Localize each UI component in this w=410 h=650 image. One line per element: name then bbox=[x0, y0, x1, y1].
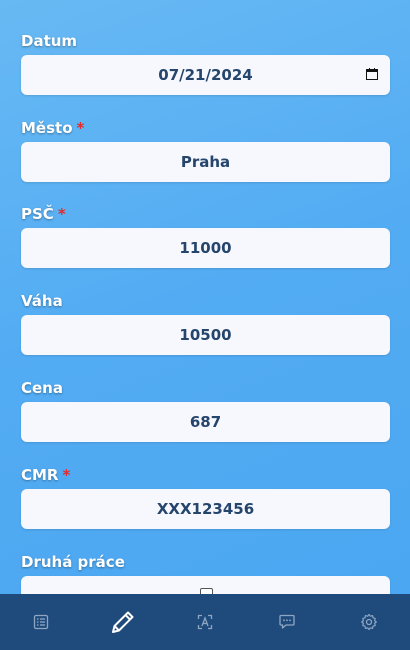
cmr-value: XXX123456 bbox=[156, 500, 255, 518]
price-label: Cena bbox=[21, 378, 63, 398]
nav-item-chat[interactable] bbox=[267, 602, 307, 642]
zip-label-text: PSČ bbox=[21, 205, 54, 223]
date-input[interactable]: 07/21/2024 bbox=[21, 55, 390, 95]
list-icon bbox=[33, 614, 49, 630]
nav-item-scan[interactable] bbox=[185, 602, 225, 642]
zip-label: PSČ * bbox=[21, 204, 66, 224]
date-value: 07/21/2024 bbox=[158, 66, 253, 84]
gear-icon bbox=[361, 613, 377, 631]
weight-label-text: Váha bbox=[21, 292, 63, 310]
chat-icon bbox=[279, 614, 295, 629]
nav-item-edit[interactable] bbox=[103, 602, 143, 642]
date-label-text: Datum bbox=[21, 32, 78, 50]
nav-item-settings[interactable] bbox=[349, 602, 389, 642]
price-value: 687 bbox=[189, 413, 222, 431]
cmr-label: CMR * bbox=[21, 465, 70, 485]
cmr-input[interactable]: XXX123456 bbox=[21, 489, 390, 529]
city-label-text: Město bbox=[21, 119, 73, 137]
zip-value: 11000 bbox=[179, 239, 232, 257]
bottom-nav bbox=[0, 594, 410, 650]
calendar-icon[interactable] bbox=[366, 68, 378, 80]
pencil-icon bbox=[112, 611, 134, 633]
required-mark: * bbox=[76, 119, 85, 137]
city-input[interactable]: Praha bbox=[21, 142, 390, 182]
second-job-label: Druhá práce bbox=[21, 552, 125, 572]
price-input[interactable]: 687 bbox=[21, 402, 390, 442]
city-label: Město * bbox=[21, 118, 84, 138]
zip-input[interactable]: 11000 bbox=[21, 228, 390, 268]
cmr-label-text: CMR bbox=[21, 466, 59, 484]
required-mark: * bbox=[57, 205, 66, 223]
weight-label: Váha bbox=[21, 291, 63, 311]
second-job-label-text: Druhá práce bbox=[21, 553, 125, 571]
nav-item-list[interactable] bbox=[21, 602, 61, 642]
scan-text-icon bbox=[197, 614, 213, 630]
price-label-text: Cena bbox=[21, 379, 63, 397]
city-value: Praha bbox=[180, 153, 231, 171]
weight-input[interactable]: 10500 bbox=[21, 315, 390, 355]
date-label: Datum bbox=[21, 31, 77, 51]
required-mark: * bbox=[62, 466, 71, 484]
weight-value: 10500 bbox=[179, 326, 232, 344]
